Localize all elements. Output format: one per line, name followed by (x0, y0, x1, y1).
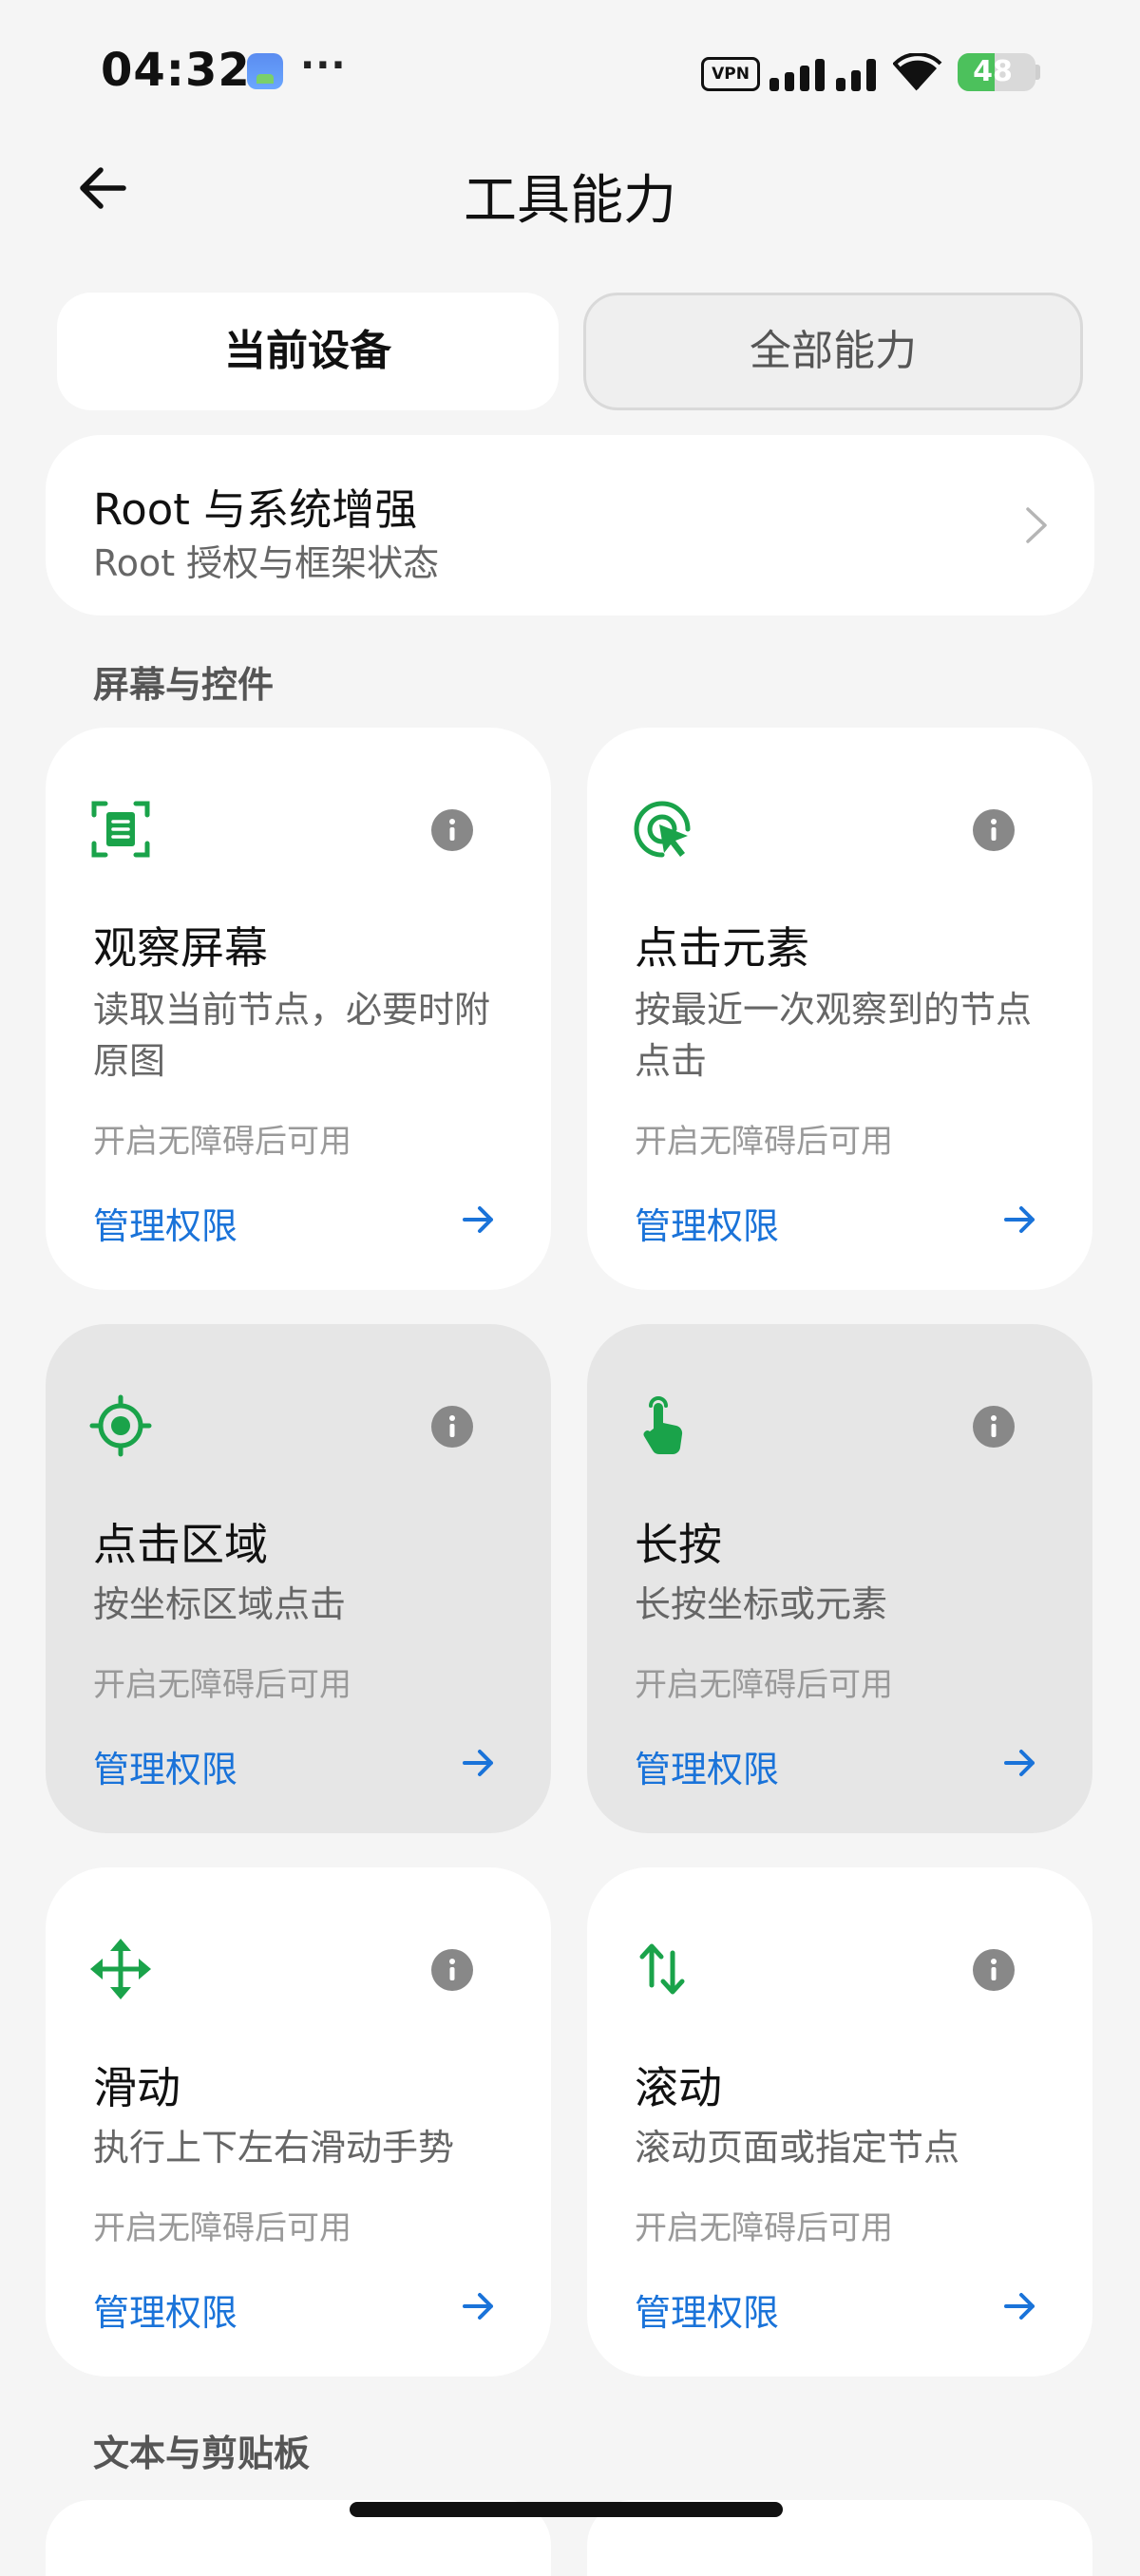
home-indicator[interactable] (350, 2502, 783, 2517)
page-title: 工具能力 (464, 170, 676, 232)
touch-hand-icon (643, 1396, 683, 1455)
capability-description: 按最近一次观察到的节点点击 (635, 989, 1033, 1082)
swap-vertical-icon (639, 1943, 685, 1995)
info-icon[interactable] (971, 1404, 1016, 1449)
battery-icon: 48 (958, 53, 1036, 91)
root-card-subtitle: Root 授权与框架状态 (93, 542, 440, 584)
info-icon[interactable] (429, 1404, 475, 1449)
manage-permission-link[interactable]: 管理权限 (93, 1740, 238, 1792)
capability-card-observe-screen[interactable]: 观察屏幕 读取当前节点，必要时附原图 开启无障碍后可用 管理权限 (46, 728, 551, 1290)
status-bar: 04:32 ··· VPN 48 (0, 0, 1140, 142)
capability-description: 长按坐标或元素 (635, 1583, 888, 1625)
more-notifications-icon: ··· (300, 44, 347, 87)
capability-status: 开启无障碍后可用 (635, 1123, 893, 1161)
capability-title: 观察屏幕 (93, 922, 268, 974)
manage-permission-link[interactable]: 管理权限 (93, 1197, 238, 1249)
root-card[interactable]: Root 与系统增强 Root 授权与框架状态 (46, 435, 1094, 616)
info-icon[interactable] (971, 807, 1016, 853)
arrow-right-icon[interactable] (1001, 1201, 1039, 1239)
screen-scan-icon (91, 801, 150, 858)
capability-card-click-element[interactable]: 点击元素 按最近一次观察到的节点点击 开启无障碍后可用 管理权限 (587, 728, 1092, 1290)
chevron-right-icon (1026, 507, 1047, 543)
wifi-icon (893, 53, 942, 91)
info-icon[interactable] (971, 1947, 1016, 1993)
capability-description: 读取当前节点，必要时附原图 (93, 989, 491, 1082)
capability-card-swipe[interactable]: 滑动 执行上下左右滑动手势 开启无障碍后可用 管理权限 (46, 1867, 551, 2377)
signal-icon (770, 53, 882, 91)
capability-status: 开启无障碍后可用 (93, 1123, 352, 1161)
manage-permission-link[interactable]: 管理权限 (635, 2283, 779, 2336)
app-notification-icon (247, 53, 283, 89)
battery-tip (1036, 65, 1040, 80)
capability-card-scroll[interactable]: 滚动 滚动页面或指定节点 开启无障碍后可用 管理权限 (587, 1867, 1092, 2377)
manage-permission-link[interactable]: 管理权限 (635, 1740, 779, 1792)
arrow-right-icon[interactable] (460, 1201, 498, 1239)
capability-title: 滑动 (93, 2062, 180, 2113)
crosshair-target-icon (89, 1394, 152, 1457)
capability-description: 按坐标区域点击 (93, 1583, 347, 1625)
arrow-right-icon[interactable] (1001, 2287, 1039, 2325)
capability-title: 长按 (635, 1519, 722, 1570)
section-title-text-clipboard: 文本与剪贴板 (93, 2433, 311, 2474)
capability-title: 点击元素 (635, 922, 809, 974)
capability-status: 开启无障碍后可用 (635, 1666, 893, 1704)
capability-title: 滚动 (635, 2062, 722, 2113)
tab-current-device[interactable]: 当前设备 (57, 293, 559, 410)
capability-description: 执行上下左右滑动手势 (93, 2127, 455, 2169)
capability-status: 开启无障碍后可用 (635, 2209, 893, 2247)
info-icon[interactable] (429, 1947, 475, 1993)
vpn-icon: VPN (701, 57, 760, 91)
section-title-screen-controls: 屏幕与控件 (93, 664, 275, 706)
root-card-title: Root 与系统增强 (93, 484, 418, 535)
status-time: 04:32 (101, 44, 251, 97)
capability-card-click-area[interactable]: 点击区域 按坐标区域点击 开启无障碍后可用 管理权限 (46, 1324, 551, 1833)
capability-status: 开启无障碍后可用 (93, 1666, 352, 1704)
capability-description: 滚动页面或指定节点 (635, 2127, 960, 2169)
manage-permission-link[interactable]: 管理权限 (93, 2283, 238, 2336)
info-icon[interactable] (429, 807, 475, 853)
capability-card-long-press[interactable]: 长按 长按坐标或元素 开启无障碍后可用 管理权限 (587, 1324, 1092, 1833)
arrow-right-icon[interactable] (460, 1744, 498, 1782)
manage-permission-link[interactable]: 管理权限 (635, 1197, 779, 1249)
click-cursor-icon (634, 801, 691, 858)
arrow-right-icon[interactable] (460, 2287, 498, 2325)
tab-all-capabilities[interactable]: 全部能力 (583, 293, 1083, 410)
capability-title: 点击区域 (93, 1519, 268, 1570)
battery-level: 48 (973, 55, 1013, 88)
capability-status: 开启无障碍后可用 (93, 2209, 352, 2247)
arrow-right-icon[interactable] (1001, 1744, 1039, 1782)
move-arrows-icon (90, 1939, 151, 1999)
